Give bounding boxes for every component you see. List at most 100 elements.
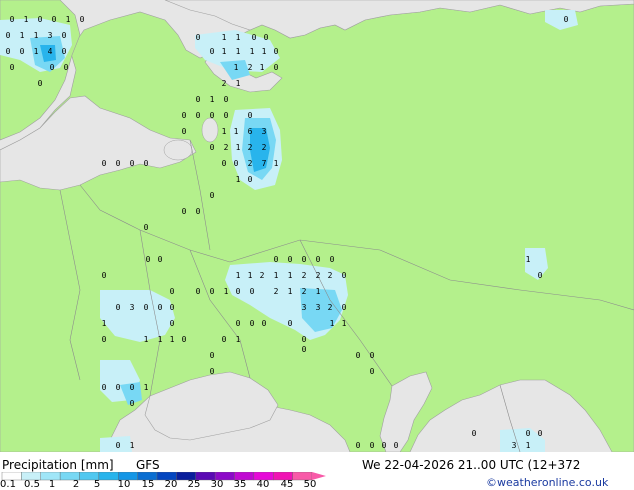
station-value: 2 bbox=[262, 143, 267, 152]
legend-tick-label: 1 bbox=[48, 479, 56, 490]
station-value: 2 bbox=[274, 287, 279, 296]
station-value: 0 bbox=[102, 383, 107, 392]
station-value: 0 bbox=[170, 303, 175, 312]
legend-tick-label: 50 bbox=[303, 479, 317, 490]
station-value: 0 bbox=[302, 335, 307, 344]
station-value: 1 bbox=[130, 441, 135, 450]
station-value: 0 bbox=[224, 111, 229, 120]
station-value: 0 bbox=[50, 63, 55, 72]
station-value: 0 bbox=[144, 223, 149, 232]
station-value: 2 bbox=[248, 159, 253, 168]
station-value: 1 bbox=[20, 31, 25, 40]
station-value: 1 bbox=[24, 15, 29, 24]
legend-tick-label: 20 bbox=[164, 479, 178, 490]
station-value: 0 bbox=[210, 351, 215, 360]
station-value: 0 bbox=[210, 47, 215, 56]
station-value: 3 bbox=[262, 127, 267, 136]
station-value: 0 bbox=[342, 303, 347, 312]
station-value: 1 bbox=[102, 319, 107, 328]
station-value: 0 bbox=[210, 367, 215, 376]
station-value: 0 bbox=[236, 287, 241, 296]
station-value: 0 bbox=[252, 33, 257, 42]
station-value: 1 bbox=[34, 47, 39, 56]
station-value: 0 bbox=[302, 345, 307, 354]
station-value: 0 bbox=[144, 159, 149, 168]
legend-tick-label: 0.1 bbox=[0, 479, 16, 490]
legend-tick-label: 40 bbox=[256, 479, 270, 490]
station-value: 3 bbox=[512, 441, 517, 450]
station-value: 0 bbox=[170, 287, 175, 296]
station-value: 1 bbox=[34, 31, 39, 40]
station-value: 0 bbox=[80, 15, 85, 24]
station-value: 1 bbox=[248, 271, 253, 280]
station-value: 0 bbox=[196, 287, 201, 296]
station-value: 0 bbox=[146, 255, 151, 264]
forecast-datetime: We 22-04-2026 21..00 UTC (12+372 bbox=[362, 458, 581, 472]
legend-model: GFS bbox=[136, 458, 160, 472]
station-value: 0 bbox=[116, 441, 121, 450]
station-value: 0 bbox=[10, 63, 15, 72]
station-value: 1 bbox=[222, 127, 227, 136]
station-value: 0 bbox=[130, 383, 135, 392]
station-value: 0 bbox=[356, 441, 361, 450]
station-value: 7 bbox=[262, 159, 267, 168]
station-value: 0 bbox=[144, 303, 149, 312]
station-value: 0 bbox=[234, 159, 239, 168]
station-value: 0 bbox=[224, 95, 229, 104]
station-value: 2 bbox=[328, 303, 333, 312]
station-value: 3 bbox=[302, 303, 307, 312]
station-value: 0 bbox=[6, 47, 11, 56]
legend-tick-label: 35 bbox=[233, 479, 247, 490]
station-value: 1 bbox=[262, 47, 267, 56]
station-value: 0 bbox=[116, 303, 121, 312]
station-value: 0 bbox=[38, 79, 43, 88]
station-value: 0 bbox=[210, 111, 215, 120]
station-value: 0 bbox=[394, 441, 399, 450]
station-value: 2 bbox=[248, 63, 253, 72]
station-value: 1 bbox=[236, 33, 241, 42]
legend-tick-label: 10 bbox=[117, 479, 131, 490]
station-value: 1 bbox=[236, 79, 241, 88]
station-value: 0 bbox=[38, 15, 43, 24]
station-value: 0 bbox=[182, 111, 187, 120]
station-value: 0 bbox=[196, 207, 201, 216]
color-swatch bbox=[98, 472, 119, 481]
station-value: 0 bbox=[274, 255, 279, 264]
legend-title: Precipitation [mm] bbox=[2, 458, 114, 472]
station-value: 2 bbox=[328, 271, 333, 280]
station-value: 0 bbox=[288, 319, 293, 328]
station-value: 1 bbox=[222, 33, 227, 42]
station-value: 3 bbox=[316, 303, 321, 312]
lake-ladoga bbox=[163, 139, 193, 161]
station-value: 0 bbox=[370, 367, 375, 376]
station-value: 1 bbox=[260, 63, 265, 72]
station-value: 0 bbox=[274, 47, 279, 56]
station-value: 1 bbox=[330, 319, 335, 328]
station-value: 0 bbox=[210, 191, 215, 200]
station-value: 1 bbox=[158, 335, 163, 344]
station-value: 1 bbox=[144, 335, 149, 344]
precipitation-map: 0 1 0 0 1 00 1 1 3 00 0 1 4 00 0 000 1 1 0 00 1 1 1 1 01 2 1 02 10 1 0… bbox=[0, 0, 634, 452]
station-value: 0 bbox=[196, 33, 201, 42]
station-value: 0 bbox=[250, 287, 255, 296]
station-value: 0 bbox=[538, 429, 543, 438]
station-value: 1 bbox=[66, 15, 71, 24]
station-value: 0 bbox=[330, 255, 335, 264]
legend-tick-label: 15 bbox=[141, 479, 155, 490]
station-value: 0 bbox=[20, 47, 25, 56]
station-value: 6 bbox=[248, 127, 253, 136]
station-value: 0 bbox=[564, 15, 569, 24]
station-value: 0 bbox=[222, 159, 227, 168]
station-value: 0 bbox=[222, 335, 227, 344]
legend-tick-label: 2 bbox=[72, 479, 80, 490]
station-value: 1 bbox=[234, 127, 239, 136]
station-value: 1 bbox=[316, 287, 321, 296]
legend-tick-label: 0.5 bbox=[24, 479, 40, 490]
credit-text: ©weatheronline.co.uk bbox=[486, 476, 609, 489]
station-value: 2 bbox=[302, 271, 307, 280]
station-value: 2 bbox=[316, 271, 321, 280]
legend-tick-label: 5 bbox=[93, 479, 101, 490]
station-value: 0 bbox=[538, 271, 543, 280]
station-value: 0 bbox=[250, 319, 255, 328]
station-value: 1 bbox=[222, 47, 227, 56]
